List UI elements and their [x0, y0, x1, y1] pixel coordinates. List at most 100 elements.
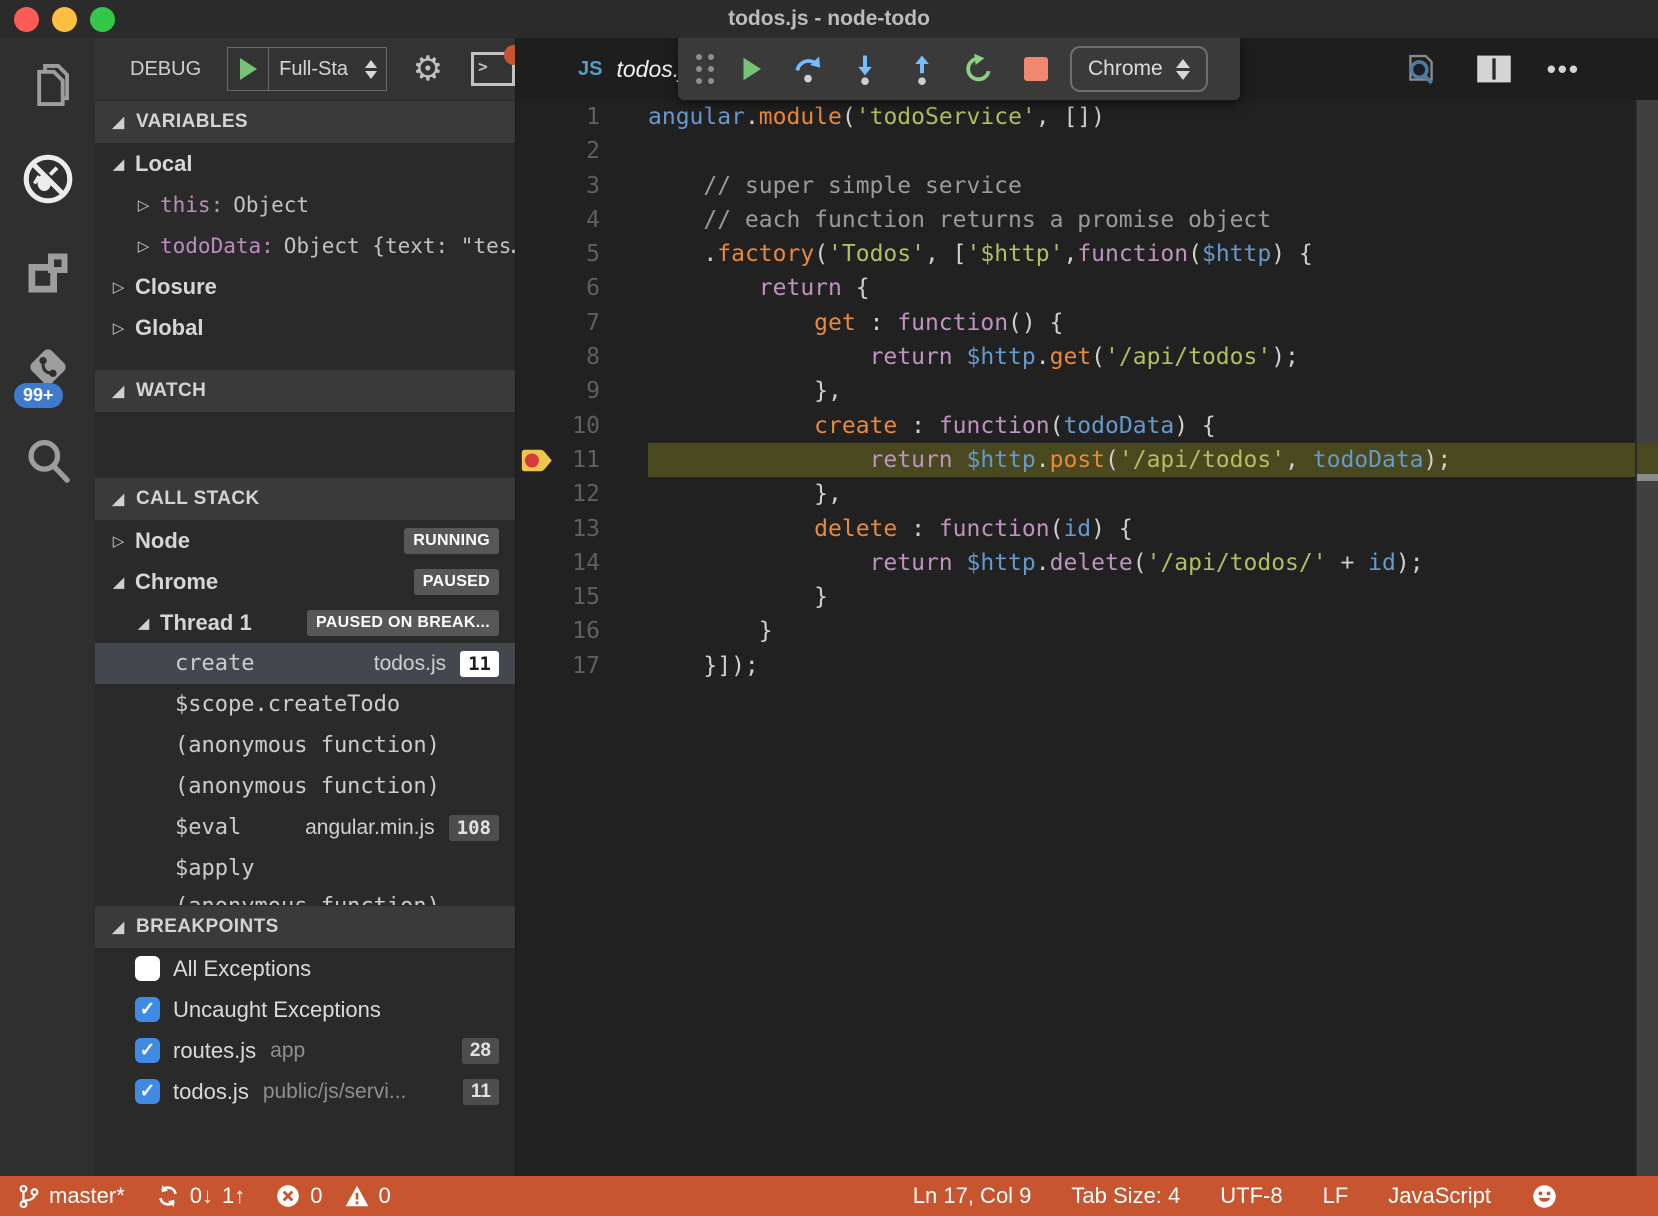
- encoding-item[interactable]: UTF-8: [1220, 1183, 1282, 1209]
- play-icon: [240, 58, 257, 80]
- eol-item[interactable]: LF: [1323, 1183, 1349, 1209]
- problems-item[interactable]: 0 0: [275, 1183, 391, 1209]
- code-text[interactable]: return $http.get('/api/todos');: [648, 340, 1658, 374]
- configure-gear-button[interactable]: ⚙: [413, 52, 443, 86]
- line-number: 5: [558, 237, 600, 271]
- stack-frame-row[interactable]: (anonymous function): [95, 766, 515, 807]
- feedback-item[interactable]: [1531, 1183, 1558, 1210]
- scope-row[interactable]: ▷Closure: [95, 266, 515, 307]
- code-text[interactable]: return {: [648, 271, 1658, 305]
- activity-git[interactable]: 99+: [0, 320, 95, 414]
- scope-row[interactable]: ◢Local: [95, 143, 515, 184]
- extensions-icon: [24, 249, 72, 297]
- breakpoint-gutter[interactable]: [516, 100, 558, 134]
- breakpoint-gutter[interactable]: [516, 169, 558, 203]
- launch-config-select[interactable]: Full-Sta: [269, 58, 363, 81]
- code-text[interactable]: angular.module('todoService', []): [648, 100, 1658, 134]
- start-debug-button[interactable]: [228, 58, 268, 80]
- git-branch-item[interactable]: master*: [18, 1183, 125, 1210]
- code-text[interactable]: return $http.delete('/api/todos/' + id);: [648, 546, 1658, 580]
- breakpoint-gutter[interactable]: [516, 614, 558, 648]
- breakpoint-gutter[interactable]: [516, 374, 558, 408]
- section-header-watch[interactable]: ◢ WATCH: [95, 369, 515, 412]
- session-row[interactable]: ▷NodeRUNNING: [95, 520, 515, 561]
- breakpoint-row[interactable]: ✓todos.jspublic/js/servi...11: [95, 1071, 515, 1112]
- stack-frame-row[interactable]: (anonymous function): [95, 725, 515, 766]
- breakpoint-checkbox[interactable]: [135, 956, 160, 981]
- code-line: 3 // super simple service: [516, 169, 1658, 203]
- breakpoint-row[interactable]: All Exceptions: [95, 948, 515, 989]
- breakpoint-row[interactable]: ✓Uncaught Exceptions: [95, 989, 515, 1030]
- stack-frame-row[interactable]: createtodos.js11: [95, 643, 515, 684]
- code-text[interactable]: }: [648, 614, 1658, 648]
- breakpoint-name: All Exceptions: [173, 956, 311, 982]
- language-item[interactable]: JavaScript: [1388, 1183, 1491, 1209]
- breakpoint-gutter[interactable]: [516, 409, 558, 443]
- activity-explorer[interactable]: [0, 38, 95, 132]
- stack-frame-row[interactable]: (anonymous function): [95, 889, 515, 905]
- code-text[interactable]: // super simple service: [648, 169, 1658, 203]
- frame-name: (anonymous function): [175, 774, 440, 799]
- stack-frame-row[interactable]: $apply: [95, 848, 515, 889]
- breakpoint-gutter[interactable]: [516, 306, 558, 340]
- code-text[interactable]: },: [648, 374, 1658, 408]
- stop-button[interactable]: [1007, 57, 1064, 81]
- code-text[interactable]: },: [648, 477, 1658, 511]
- breakpoint-gutter[interactable]: [516, 477, 558, 511]
- git-sync-item[interactable]: 0↓ 1↑: [155, 1183, 246, 1209]
- scope-row[interactable]: ▷Global: [95, 307, 515, 348]
- stack-frame-row[interactable]: $scope.createTodo: [95, 684, 515, 725]
- code-text[interactable]: }: [648, 580, 1658, 614]
- stack-frame-row[interactable]: $evalangular.min.js108: [95, 807, 515, 848]
- find-in-file-icon[interactable]: [1401, 49, 1441, 89]
- activity-debug[interactable]: [0, 132, 95, 226]
- section-header-variables[interactable]: ◢ VARIABLES: [95, 100, 515, 143]
- debug-session-select[interactable]: Chrome: [1070, 46, 1208, 92]
- toolbar-drag-handle[interactable]: [696, 54, 714, 84]
- breakpoint-gutter[interactable]: [516, 443, 558, 477]
- variable-row[interactable]: ▷todoData:Object {text: "tes…: [95, 225, 515, 266]
- section-header-callstack[interactable]: ◢ CALL STACK: [95, 477, 515, 520]
- breakpoint-gutter[interactable]: [516, 512, 558, 546]
- breakpoint-gutter[interactable]: [516, 134, 558, 168]
- section-header-breakpoints[interactable]: ◢ BREAKPOINTS: [95, 905, 515, 948]
- activity-search[interactable]: [0, 414, 95, 508]
- overview-ruler[interactable]: [1635, 100, 1658, 1176]
- breakpoint-checkbox[interactable]: ✓: [135, 1038, 160, 1063]
- breakpoint-gutter[interactable]: [516, 340, 558, 374]
- code-text[interactable]: }]);: [648, 649, 1658, 683]
- ruler-current-line-marker: [1637, 443, 1658, 474]
- code-text[interactable]: // each function returns a promise objec…: [648, 203, 1658, 237]
- activity-extensions[interactable]: [0, 226, 95, 320]
- step-over-button[interactable]: [779, 52, 836, 86]
- step-into-button[interactable]: [836, 52, 893, 86]
- continue-button[interactable]: [722, 54, 779, 84]
- code-text[interactable]: create : function(todoData) {: [648, 409, 1658, 443]
- breakpoint-gutter[interactable]: [516, 203, 558, 237]
- breakpoint-gutter[interactable]: [516, 546, 558, 580]
- thread-row[interactable]: ◢Thread 1PAUSED ON BREAK...: [95, 602, 515, 643]
- split-editor-icon[interactable]: [1475, 53, 1513, 85]
- debug-console-button[interactable]: >: [471, 52, 515, 86]
- code-text[interactable]: [648, 134, 1658, 168]
- frame-name: $eval: [175, 815, 241, 840]
- code-text[interactable]: delete : function(id) {: [648, 512, 1658, 546]
- breakpoint-gutter[interactable]: [516, 649, 558, 683]
- more-actions-icon[interactable]: •••: [1547, 54, 1580, 85]
- breakpoint-checkbox[interactable]: ✓: [135, 997, 160, 1022]
- tab-size-item[interactable]: Tab Size: 4: [1071, 1183, 1180, 1209]
- variable-row[interactable]: ▷this:Object: [95, 184, 515, 225]
- code-editor[interactable]: 1angular.module('todoService', [])23 // …: [516, 100, 1658, 1176]
- step-out-button[interactable]: [893, 52, 950, 86]
- breakpoint-row[interactable]: ✓routes.jsapp28: [95, 1030, 515, 1071]
- breakpoint-gutter[interactable]: [516, 580, 558, 614]
- code-text[interactable]: return $http.post('/api/todos', todoData…: [648, 443, 1658, 477]
- breakpoint-gutter[interactable]: [516, 271, 558, 305]
- restart-button[interactable]: [950, 52, 1007, 86]
- cursor-position-item[interactable]: Ln 17, Col 9: [913, 1183, 1032, 1209]
- code-text[interactable]: get : function() {: [648, 306, 1658, 340]
- breakpoint-checkbox[interactable]: ✓: [135, 1079, 160, 1104]
- breakpoint-gutter[interactable]: [516, 237, 558, 271]
- session-row[interactable]: ◢ChromePAUSED: [95, 561, 515, 602]
- code-text[interactable]: .factory('Todos', ['$http',function($htt…: [648, 237, 1658, 271]
